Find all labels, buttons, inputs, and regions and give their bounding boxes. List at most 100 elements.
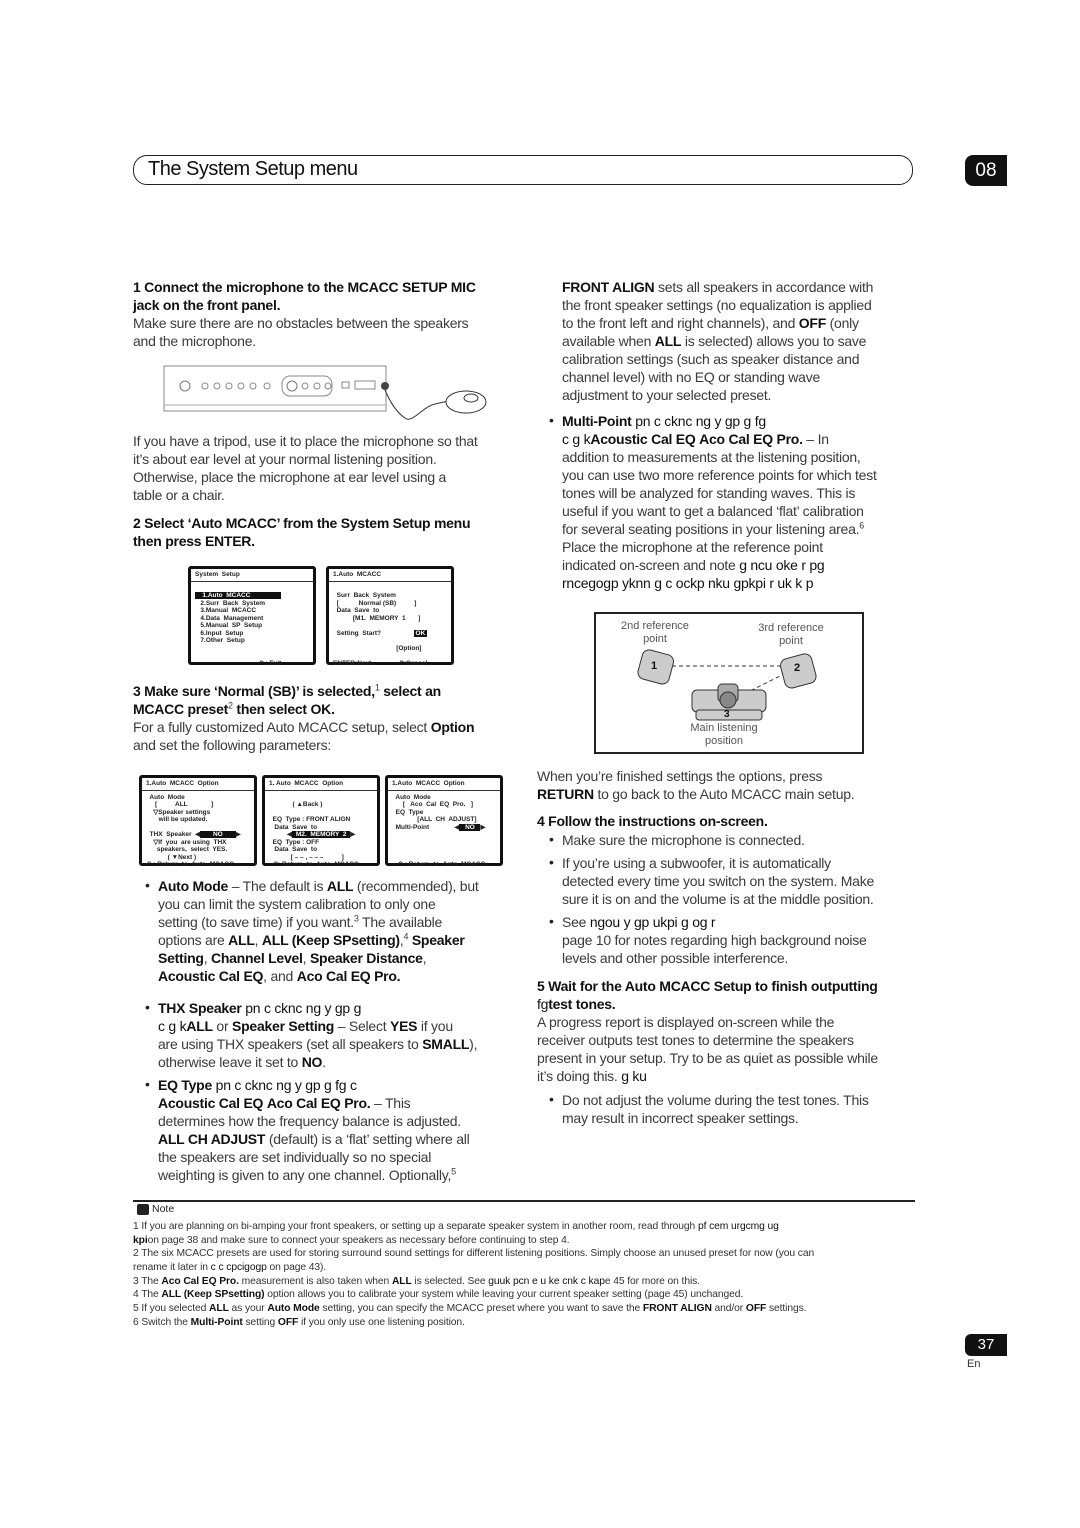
- text-line: [392, 839, 496, 847]
- receiver-front-panel-illustration: [163, 365, 487, 420]
- text-segment: 1.Auto MCACC Option: [392, 780, 465, 787]
- text-segment: EQ Type : FRONT ALIGN: [269, 816, 351, 823]
- bullet-icon: •: [549, 831, 554, 847]
- text-segment: g ncu oke r pg: [739, 557, 825, 573]
- text-segment: c c cpcigogp: [210, 1262, 267, 1274]
- screen-option-3: 1.Auto MCACC Option Auto Mode [ Aco Cal …: [385, 775, 503, 868]
- text-line: For a fully customized Auto MCACC setup,…: [133, 718, 475, 736]
- text-line: determines how the frequency balance is …: [158, 1112, 469, 1130]
- text-segment: ▶: [350, 831, 356, 838]
- step-1: 1 Connect the microphone to the MCACC SE…: [133, 278, 476, 350]
- reference-points-diagram: 2nd reference point 3rd reference point Ma…: [594, 612, 864, 754]
- text-segment: 2 The six MCACC presets are used for sto…: [133, 1248, 815, 1260]
- text-segment: See: [562, 914, 590, 930]
- text-segment: 2 Select ‘Auto MCACC’ from the System Se…: [133, 515, 471, 531]
- text-segment: 1.Auto MCACC Option: [146, 780, 219, 787]
- text-line: 2 The six MCACC presets are used for sto…: [133, 1247, 814, 1261]
- text-line: [ALL CH ADJUST]: [392, 816, 496, 824]
- text-segment: pn c cknc ng y gp g fg: [631, 413, 766, 429]
- text-segment: measurement is also taken when: [238, 1275, 392, 1287]
- text-segment: 3 Make sure ‘Normal (SB)’ is selected,: [133, 683, 375, 699]
- text-segment: ▶: [235, 831, 241, 838]
- text-segment: ngou y gp ukpi g og r: [589, 914, 716, 930]
- text-line: 5.Manual SP Setup: [195, 622, 309, 630]
- text-line: [333, 637, 447, 645]
- text-segment: [ ALL ]: [146, 801, 214, 808]
- text-line: then press ENTER.: [133, 532, 470, 550]
- bullet-icon: •: [549, 854, 554, 870]
- text-segment: is selected) allows you to save: [681, 333, 867, 349]
- step-3: 3 Make sure ‘Normal (SB)’ is selected,1 …: [133, 682, 475, 754]
- text-segment: Setting: [158, 950, 204, 966]
- text-line: 7.Other Setup: [195, 637, 309, 645]
- finished-paragraph: When you’re finished settings the option…: [537, 767, 855, 803]
- text-line: ENTER:Next ↶:Cancel: [333, 660, 447, 668]
- text-segment: Auto Mode: [267, 1303, 320, 1315]
- text-segment: the front speaker settings (no equalizat…: [562, 297, 872, 313]
- text-line: 1 If you are planning on bi-amping your …: [133, 1220, 814, 1234]
- text-segment: .: [322, 1054, 326, 1070]
- text-line: Data Save to: [333, 607, 447, 615]
- text-segment: 5 If you selected: [133, 1303, 210, 1315]
- text-segment: ▶: [480, 823, 486, 831]
- text-line: rncegogp yknn g c ockp nku gpkpi r uk k …: [562, 574, 877, 592]
- text-line: channel level) with no EQ or standing wa…: [562, 368, 873, 386]
- text-line: Auto Mode: [392, 794, 496, 802]
- text-segment: c g k: [158, 1018, 187, 1034]
- text-segment: , and: [263, 968, 297, 984]
- text-line: c g kAcoustic Cal EQ Aco Cal EQ Pro. – I…: [562, 430, 877, 448]
- text-line: System Setup: [191, 571, 313, 582]
- text-segment: then select OK.: [232, 701, 335, 717]
- step-2: 2 Select ‘Auto MCACC’ from the System Se…: [133, 514, 471, 550]
- text-line: [333, 652, 447, 660]
- text-line: 6 Switch the Multi-Point setting OFF if …: [133, 1316, 814, 1330]
- text-line: it’s about ear level at your normal list…: [133, 450, 478, 468]
- text-line: 4.Data Management: [195, 615, 309, 623]
- text-segment: 1 If you are planning on bi-amping your …: [133, 1221, 698, 1232]
- text-segment: 7.Other Setup: [195, 637, 245, 644]
- text-line: 3.Manual MCACC: [195, 607, 309, 615]
- bullet-icon: •: [549, 1091, 554, 1107]
- text-segment: e 45 for more on this.: [604, 1275, 700, 1287]
- text-line: [ Aco Cal EQ Pro. ]: [392, 801, 496, 809]
- text-segment: OFF: [798, 315, 827, 331]
- text-segment: Data Save to: [333, 607, 380, 614]
- text-line: ALL CH ADJUST (default) is a ‘flat’ sett…: [158, 1130, 470, 1148]
- text-line: rename it later in c c cpcigogp on page …: [133, 1261, 814, 1275]
- text-segment: 1.Auto MCACC: [195, 592, 282, 599]
- text-line: EQ Type pn c cknc ng y gp g fg c: [158, 1076, 469, 1094]
- text-segment: jack on the front panel.: [133, 297, 281, 313]
- text-segment: RETURN: [537, 786, 594, 802]
- thx-speaker-item: THX Speaker pn c cknc ng y gp gc g kALL …: [158, 999, 477, 1071]
- text-line: setting (to save time) if you want.3 The…: [158, 913, 479, 931]
- text-line: will be updated.: [146, 816, 250, 824]
- text-line: Auto Mode: [146, 794, 250, 802]
- point-1-label: 1: [651, 660, 658, 672]
- text-segment: present in your setup. Try to be as quie…: [537, 1050, 878, 1066]
- text-line: and the microphone.: [133, 332, 476, 350]
- text-segment: may result in incorrect speaker settings…: [562, 1110, 799, 1126]
- text-line: RETURN to go back to the Auto MCACC main…: [537, 785, 855, 803]
- text-line: Auto Mode – The default is ALL (recommen…: [158, 877, 479, 895]
- text-segment: A progress report is displayed on-screen…: [537, 1014, 835, 1030]
- text-line: jack on the front panel.: [133, 296, 476, 314]
- text-segment: Acoustic Cal EQ: [158, 968, 264, 984]
- text-line: ↶ : Return to Auto MCACC: [146, 861, 250, 869]
- text-segment: option allows you to calibrate your syst…: [264, 1289, 744, 1301]
- text-segment: (default) is a ‘flat’ setting where all: [265, 1131, 470, 1147]
- text-segment: ↶: Return to Auto MCACC: [269, 861, 359, 868]
- text-segment: – In: [802, 431, 829, 447]
- text-segment: the speakers are set individually so no …: [158, 1149, 432, 1165]
- text-line: speakers, select YES.: [146, 846, 250, 854]
- text-segment: pn c cknc ng y gp g: [241, 1000, 362, 1016]
- text-line: FRONT ALIGN sets all speakers in accorda…: [562, 278, 873, 296]
- text-segment: setting, you can specify the MCACC prese…: [319, 1303, 643, 1315]
- notes-divider: [133, 1200, 915, 1202]
- text-segment: you can limit the system calibration to …: [158, 896, 436, 912]
- text-line: and set the following parameters:: [133, 736, 474, 754]
- step-5: 5 Wait for the Auto MCACC Setup to finis…: [537, 977, 878, 1085]
- text-line: Make sure the microphone is connected.: [562, 831, 805, 849]
- text-line: 2 Select ‘Auto MCACC’ from the System Se…: [133, 514, 471, 532]
- text-line: receiver outputs test tones to determine…: [537, 1031, 878, 1049]
- text-segment: for several seating positions in your li…: [562, 521, 860, 537]
